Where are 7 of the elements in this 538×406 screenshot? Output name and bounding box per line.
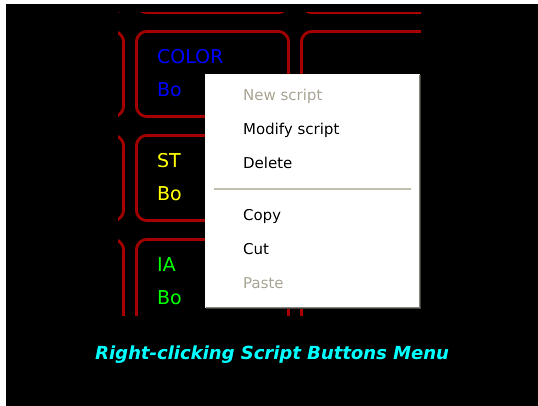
button-label: Bo: [157, 286, 182, 311]
button-label: Bo: [157, 78, 182, 103]
button-label: COLOR: [157, 45, 224, 70]
button-label: IA: [157, 253, 176, 278]
button-label: Bo: [157, 182, 182, 207]
caption: Right-clicking Script Buttons Menu: [95, 343, 449, 364]
button-label: ST: [157, 149, 181, 174]
